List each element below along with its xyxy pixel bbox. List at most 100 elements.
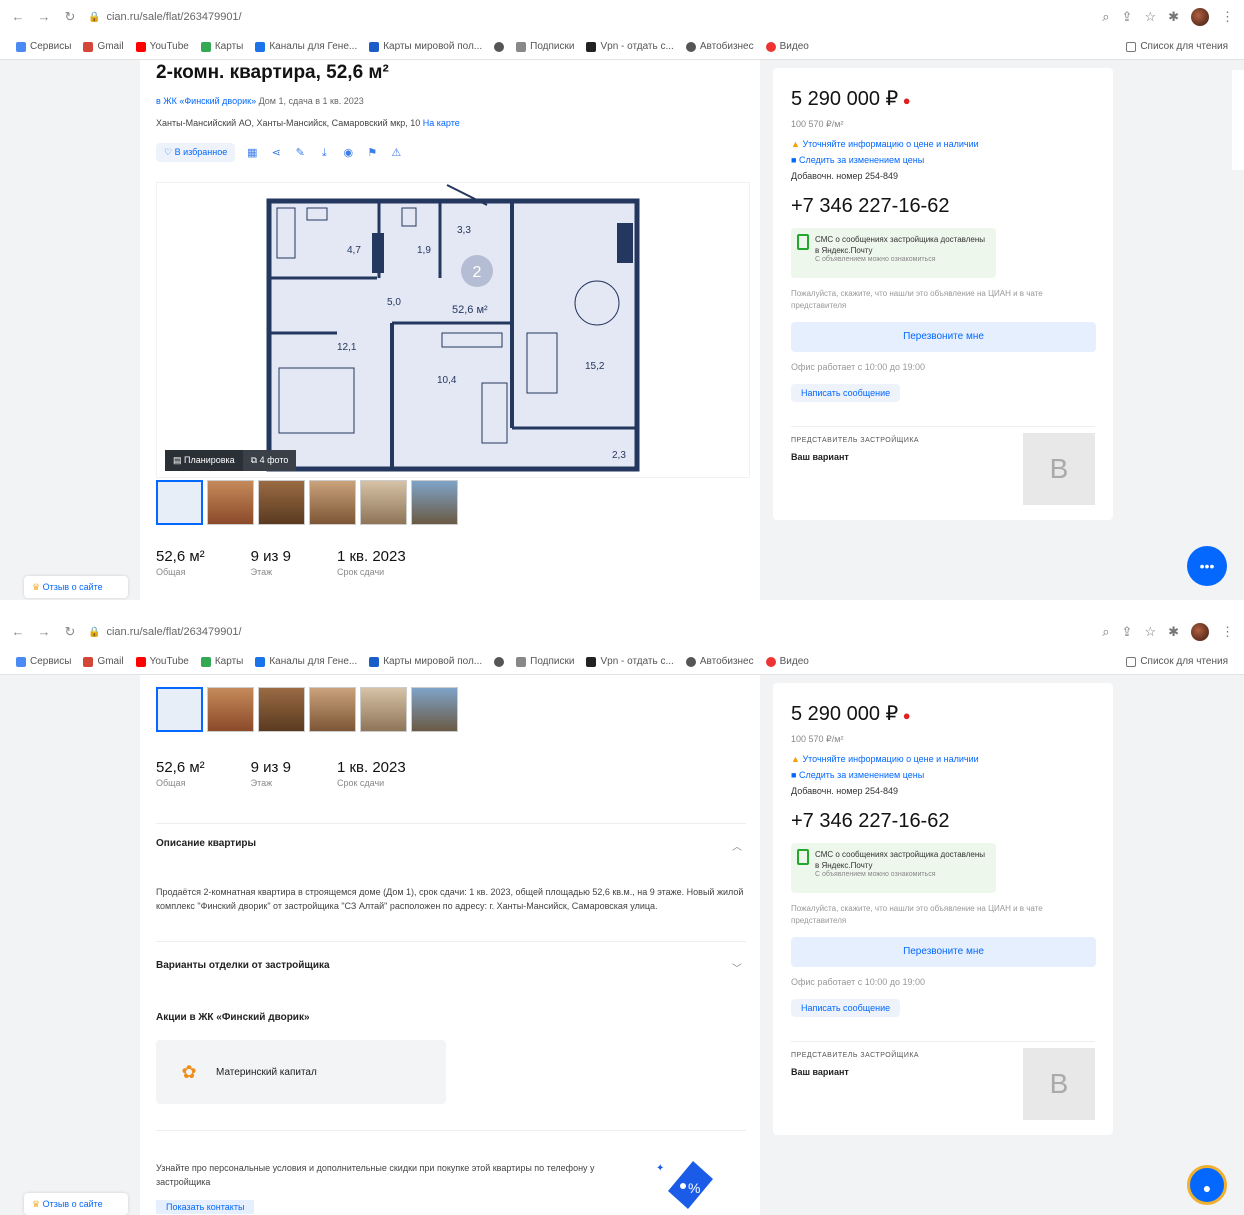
back-icon[interactable]: ← xyxy=(10,9,26,25)
bookmark-6[interactable] xyxy=(494,41,505,52)
address-bar[interactable]: 🔒 cian.ru/sale/flat/263479901/ xyxy=(88,6,348,28)
bookmark-8[interactable]: Vpn - отдать с... xyxy=(586,41,674,52)
price-change-icon[interactable]: ● xyxy=(903,93,911,108)
chat-icon[interactable]: ••• xyxy=(1187,546,1227,586)
reading-list[interactable]: Список для чтения xyxy=(1126,41,1228,52)
edit-icon[interactable]: ✎ xyxy=(293,146,307,160)
finish-header[interactable]: Варианты отделки от застройщика ﹀ xyxy=(156,941,746,975)
message-button[interactable]: Написать сообщение xyxy=(791,384,901,402)
stat-deadline: 1 кв. 2023 Срок сдачи xyxy=(336,759,406,788)
menu-icon[interactable]: ⋮ xyxy=(1221,624,1234,640)
plan-tab[interactable]: ▤ Планировка xyxy=(165,450,243,471)
price-change-icon[interactable]: ● xyxy=(903,708,911,723)
listing-page-scrolled: 52,6 м² Общая 9 из 9 Этаж 1 кв. 2023 Срок с… xyxy=(0,675,1244,1215)
bookmark-10[interactable]: Видео xyxy=(765,656,809,667)
warning-icon[interactable]: ⚠ xyxy=(389,146,403,160)
favorite-button[interactable]: ♡ В избранное xyxy=(156,143,236,162)
developer-logo[interactable]: B xyxy=(1023,1048,1095,1120)
callback-button[interactable]: Перезвоните мне xyxy=(791,322,1096,352)
thumbnail-plan[interactable] xyxy=(156,687,203,732)
bookmark-3[interactable]: Карты xyxy=(200,41,243,52)
photos-tab[interactable]: ⧉ 4 фото xyxy=(242,450,297,471)
share-icon[interactable]: ⇪ xyxy=(1122,9,1133,25)
bookmark-9[interactable]: Автобизнес xyxy=(685,41,754,52)
thumbnail-photo[interactable] xyxy=(258,687,305,732)
price-subscribe-link[interactable]: ■ Следить за изменением цены xyxy=(791,155,1095,165)
map-link[interactable]: На карте xyxy=(423,118,460,128)
menu-icon[interactable]: ⋮ xyxy=(1221,9,1234,25)
office-hours: Офис работает с 10:00 до 19:00 xyxy=(791,977,926,987)
star-icon[interactable]: ☆ xyxy=(1144,9,1156,25)
bookmark-8[interactable]: Vpn - отдать с... xyxy=(586,656,674,667)
show-contacts-button[interactable]: Показать контакты xyxy=(156,1200,255,1214)
back-icon[interactable]: ← xyxy=(10,624,26,640)
profile-avatar[interactable] xyxy=(1191,8,1209,26)
price-warning[interactable]: ▲ Уточняйте информацию о цене и наличии xyxy=(791,139,1095,149)
reload-icon[interactable]: ↻ xyxy=(62,9,78,25)
thumbnail-photo[interactable] xyxy=(309,687,356,732)
hide-icon[interactable]: ◉ xyxy=(341,146,355,160)
bookmark-3[interactable]: Карты xyxy=(200,656,243,667)
promo-card[interactable]: ✿ Материнский капитал xyxy=(156,1040,446,1104)
feedback-button[interactable]: ♛ Отзыв о сайте xyxy=(24,1193,128,1215)
thumbnail-plan[interactable] xyxy=(156,480,203,525)
price-subscribe-link[interactable]: ■ Следить за изменением цены xyxy=(791,770,1095,780)
bookmark-5[interactable]: Карты мировой пол... xyxy=(369,41,482,52)
reload-icon[interactable]: ↻ xyxy=(62,624,78,640)
chat-icon[interactable]: ● xyxy=(1187,1165,1227,1205)
forward-icon[interactable]: → xyxy=(36,9,52,25)
download-icon[interactable]: ⤓ xyxy=(317,146,331,160)
thumbnail-photo[interactable] xyxy=(207,480,254,525)
chevron-up-icon[interactable]: ︿ xyxy=(732,838,742,853)
bookmark-0[interactable]: Сервисы xyxy=(16,41,71,52)
bookmark-2[interactable]: YouTube xyxy=(135,656,189,667)
thumbnail-photo[interactable] xyxy=(258,480,305,525)
reading-list[interactable]: Список для чтения xyxy=(1126,656,1228,667)
bookmark-10[interactable]: Видео xyxy=(765,41,809,52)
zoom-icon[interactable]: ⌕ xyxy=(1102,9,1109,25)
zoom-icon[interactable]: ⌕ xyxy=(1102,624,1109,640)
complex-link[interactable]: в ЖК «Финский дворик» xyxy=(156,96,256,106)
bookmark-2[interactable]: YouTube xyxy=(135,41,189,52)
bookmark-9[interactable]: Автобизнес xyxy=(685,656,754,667)
phone-number[interactable]: +7 346 227-16-62 xyxy=(791,195,1095,218)
thumbnail-photo[interactable] xyxy=(360,687,407,732)
message-button[interactable]: Написать сообщение xyxy=(791,999,901,1017)
bookmark-4[interactable]: Каналы для Гене... xyxy=(255,656,357,667)
bookmark-1[interactable]: Gmail xyxy=(83,41,124,52)
developer-logo[interactable]: B xyxy=(1023,433,1095,505)
thumbnail-photo[interactable] xyxy=(207,687,254,732)
description-header[interactable]: Описание квартиры ︿ xyxy=(156,823,746,853)
report-icon[interactable]: ⚑ xyxy=(365,146,379,160)
profile-avatar[interactable] xyxy=(1191,623,1209,641)
compare-icon[interactable]: ▦ xyxy=(245,146,259,160)
bookmark-5[interactable]: Карты мировой пол... xyxy=(369,656,482,667)
floor-plan-viewer[interactable]: 2 4,7 1,9 3,3 5,0 52,6 м² 12,1 10,4 15,2… xyxy=(156,182,750,478)
feedback-button[interactable]: ♛ Отзыв о сайте xyxy=(24,576,128,598)
price-warning[interactable]: ▲ Уточняйте информацию о цене и наличии xyxy=(791,754,1095,764)
extension-number: Добавочн. номер 254-849 xyxy=(791,171,899,181)
extensions-icon[interactable]: ✱ xyxy=(1168,9,1179,25)
listing-main: 52,6 м² Общая 9 из 9 Этаж 1 кв. 2023 Срок с… xyxy=(140,675,760,1215)
star-icon[interactable]: ☆ xyxy=(1144,624,1156,640)
share-icon[interactable]: ⋖ xyxy=(269,146,283,160)
forward-icon[interactable]: → xyxy=(36,624,52,640)
bookmark-0[interactable]: Сервисы xyxy=(16,656,71,667)
extensions-icon[interactable]: ✱ xyxy=(1168,624,1179,640)
thumbnail-photo[interactable] xyxy=(309,480,356,525)
share-icon[interactable]: ⇪ xyxy=(1122,624,1133,640)
bookmark-4[interactable]: Каналы для Гене... xyxy=(255,41,357,52)
feedback-icon: ♛ xyxy=(32,582,41,592)
bookmark-7[interactable]: Подписки xyxy=(516,41,574,52)
thumbnail-photo[interactable] xyxy=(360,480,407,525)
thumbnail-photo[interactable] xyxy=(411,480,458,525)
thumbnail-photo[interactable] xyxy=(411,687,458,732)
bookmark-7[interactable]: Подписки xyxy=(516,656,574,667)
chevron-down-icon[interactable]: ﹀ xyxy=(732,960,742,975)
bookmark-1[interactable]: Gmail xyxy=(83,656,124,667)
address-bar[interactable]: 🔒 cian.ru/sale/flat/263479901/ xyxy=(88,621,348,643)
price: 5 290 000 ₽ xyxy=(791,703,899,725)
phone-number[interactable]: +7 346 227-16-62 xyxy=(791,810,1095,833)
callback-button[interactable]: Перезвоните мне xyxy=(791,937,1096,967)
bookmark-6[interactable] xyxy=(494,656,505,667)
